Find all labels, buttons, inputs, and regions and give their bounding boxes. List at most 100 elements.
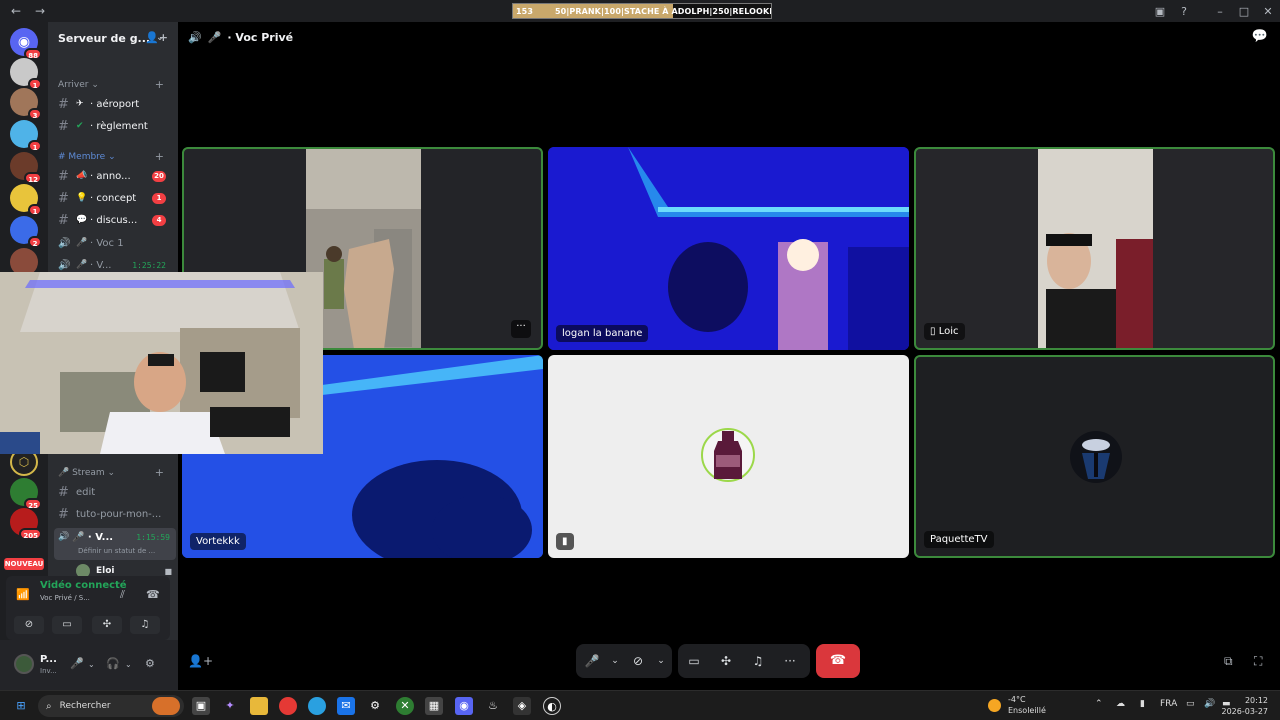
connection-status[interactable]: Vidéo connecté <box>40 580 127 591</box>
voice-channel-selected[interactable]: 🔊 🎤 · V... 1:15:59 Définir un statut de … <box>54 528 176 560</box>
chevron-down-icon[interactable]: ⌄ <box>654 656 668 666</box>
language-indicator[interactable]: FRA <box>1160 699 1177 709</box>
activities-button[interactable]: ✣ <box>92 616 122 634</box>
maximize-button[interactable]: □ <box>1232 5 1256 18</box>
guild-header[interactable]: Serveur de g... ⌄ 👤+ <box>48 22 178 54</box>
signal-icon[interactable]: 📶 <box>16 588 30 601</box>
chevron-down-icon[interactable]: ⌄ <box>125 660 132 669</box>
call-controls-right: ▭ ✣ ♫ ··· <box>678 644 810 678</box>
participant-name: logan la banane <box>556 325 649 342</box>
add-channel-icon[interactable]: + <box>155 78 164 91</box>
disconnect-icon[interactable]: ☎ <box>146 588 160 601</box>
voice-channel-label: 🎤 · V... <box>72 532 114 543</box>
avatar[interactable] <box>14 654 34 674</box>
server-icon[interactable]: 1 <box>10 58 42 90</box>
obs-icon[interactable]: ◐ <box>543 697 561 715</box>
connection-channel[interactable]: Voc Privé / S... <box>40 594 90 602</box>
channel-tuto[interactable]: # tuto-pour-mon-... <box>58 504 170 524</box>
camera-off-button[interactable]: ⊘ <box>622 654 654 668</box>
windows-start-icon[interactable]: ⊞ <box>12 697 30 715</box>
call-controls-left: 🎤 ⌄ ⊘ ⌄ <box>576 644 672 678</box>
channel-discussion[interactable]: # 💬 · discus... 4 <box>58 210 170 230</box>
copilot-icon[interactable]: ✦ <box>221 697 239 715</box>
chrome-icon[interactable] <box>279 697 297 715</box>
help-icon[interactable]: ? <box>1172 5 1196 18</box>
server-icon[interactable]: 2 <box>10 216 42 248</box>
discord-icon[interactable]: ◉ <box>455 697 473 715</box>
voice-channel-voc1[interactable]: 🔊 🎤 · Voc 1 <box>58 233 170 253</box>
file-explorer-icon[interactable] <box>250 697 268 715</box>
system-clock[interactable]: 20:12 2026-03-27 <box>1222 695 1269 717</box>
category-membre[interactable]: # Membre ⌄ <box>58 152 116 162</box>
voice-timer: 1:15:59 <box>136 533 170 542</box>
channel-concept[interactable]: # 💡 · concept 1 <box>58 188 170 208</box>
category-stream[interactable]: 🎤 Stream ⌄ <box>58 468 115 478</box>
tile-logan[interactable]: logan la banane <box>548 147 909 350</box>
chevron-down-icon[interactable]: ⌄ <box>608 656 622 666</box>
minimize-button[interactable]: – <box>1208 5 1232 18</box>
microphone-icon: 🎤 <box>76 238 88 248</box>
category-arriver[interactable]: Arriver ⌄ <box>58 80 99 90</box>
store-icon[interactable]: ▦ <box>425 697 443 715</box>
popout-icon[interactable]: ⧉ <box>1224 654 1233 669</box>
xbox-icon[interactable]: ✕ <box>396 697 414 715</box>
back-arrow-icon[interactable]: ← <box>8 4 24 18</box>
app-tray-icon[interactable]: ▮ <box>1140 699 1145 709</box>
chevron-down-icon[interactable]: ⌄ <box>88 660 95 669</box>
channel-reglement[interactable]: # ✔ · règlement <box>58 116 170 136</box>
channel-aeroport[interactable]: # ✈ · aéroport <box>58 94 170 114</box>
taskbar-search[interactable]: ⌕ Rechercher <box>38 695 184 717</box>
add-channel-icon[interactable]: + <box>155 150 164 163</box>
microphone-button[interactable]: 🎤 <box>576 654 608 668</box>
mail-icon[interactable]: ✉ <box>337 697 355 715</box>
steam-icon[interactable]: ♨ <box>484 697 502 715</box>
headphones-icon[interactable]: 🎧 <box>106 657 120 670</box>
settings-icon[interactable]: ⚙ <box>366 697 384 715</box>
fullscreen-icon[interactable]: ⛶ <box>1254 654 1262 669</box>
activities-button[interactable]: ✣ <box>710 654 742 668</box>
gear-icon[interactable]: ⚙ <box>145 657 155 670</box>
server-icon[interactable]: 3 <box>10 88 42 120</box>
hash-icon: # <box>58 190 69 206</box>
camera-off-button[interactable]: ⊘ <box>14 616 44 634</box>
forward-arrow-icon[interactable]: → <box>32 4 48 18</box>
server-icon[interactable]: 12 <box>10 152 42 184</box>
channel-annonces[interactable]: # 📣 · anno... 20 <box>58 166 170 186</box>
cloud-icon[interactable]: ☁ <box>1116 699 1125 709</box>
invite-to-call-icon[interactable]: 👤+ <box>188 654 213 668</box>
volume-icon[interactable]: 🔊 <box>1204 699 1215 709</box>
set-status-hint[interactable]: Définir un statut de ... <box>78 547 155 555</box>
server-icon[interactable]: 1 <box>10 120 42 152</box>
edge-icon[interactable] <box>308 697 326 715</box>
username[interactable]: P... <box>40 654 57 665</box>
loic-video <box>1038 149 1153 348</box>
tile-paquette[interactable]: PaquetteTV <box>914 355 1275 558</box>
add-channel-icon[interactable]: + <box>155 466 164 479</box>
clock-time: 20:12 <box>1244 696 1268 705</box>
more-options-button[interactable]: ··· <box>511 320 531 338</box>
server-icon[interactable]: ◉ 88 <box>10 28 42 60</box>
server-icon[interactable]: 205 <box>10 508 42 540</box>
screen-share-button[interactable]: ▭ <box>52 616 82 634</box>
tile-loic[interactable]: ▯ Loic <box>914 147 1275 350</box>
channel-label: · Voc 1 <box>90 237 124 249</box>
chevron-up-icon[interactable]: ⌃ <box>1095 699 1103 709</box>
noise-suppression-icon[interactable]: ⫽ <box>120 588 125 602</box>
tile-bottle[interactable]: ▮ <box>548 355 909 558</box>
davinci-icon[interactable]: ◈ <box>513 697 531 715</box>
close-window-button[interactable]: ✕ <box>1256 5 1280 18</box>
screen-share-button[interactable]: ▭ <box>678 654 710 668</box>
more-options-button[interactable]: ··· <box>774 654 806 668</box>
channel-edit[interactable]: # edit <box>58 482 170 502</box>
task-view-icon[interactable]: ▣ <box>192 697 210 715</box>
invite-people-icon[interactable]: 👤+ <box>145 31 168 44</box>
server-icon[interactable]: 25 <box>10 478 42 510</box>
inbox-icon[interactable]: ▣ <box>1148 5 1172 18</box>
server-icon[interactable]: 1 <box>10 184 42 216</box>
hang-up-button[interactable]: ☎ <box>816 644 860 678</box>
soundboard-button[interactable]: ♫ <box>130 616 160 634</box>
chat-icon[interactable]: 💬 <box>1252 29 1268 44</box>
soundboard-button[interactable]: ♫ <box>742 654 774 668</box>
display-icon[interactable]: ▭ <box>1186 699 1195 709</box>
microphone-icon[interactable]: 🎤 <box>70 657 84 670</box>
